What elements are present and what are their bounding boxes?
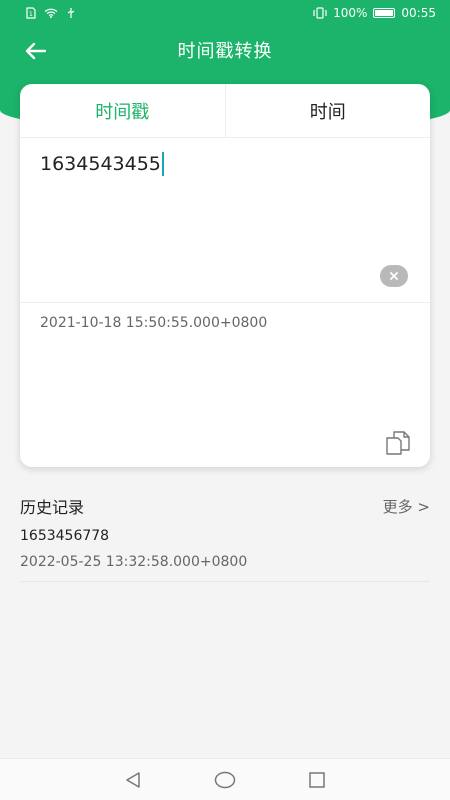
timestamp-input[interactable]: 1634543455: [40, 152, 164, 176]
status-bar: 1 100% 00:55: [0, 0, 450, 26]
timestamp-input-area[interactable]: 1634543455: [20, 138, 430, 303]
arrow-left-icon: [25, 42, 46, 60]
more-link[interactable]: 更多 >: [383, 496, 430, 517]
system-nav-bar: [0, 758, 450, 800]
history-item[interactable]: 1653456778 2022-05-25 13:32:58.000+0800: [20, 520, 430, 582]
status-icons-right: 100% 00:55: [313, 6, 436, 20]
mode-tabs: 时间戳 时间: [20, 84, 430, 138]
nav-home-button[interactable]: [214, 769, 236, 791]
history-datetime: 2022-05-25 13:32:58.000+0800: [20, 554, 248, 570]
status-time: 00:55: [401, 6, 436, 20]
back-button[interactable]: [20, 36, 50, 66]
sim-icon: 1: [26, 7, 36, 19]
svg-text:1: 1: [29, 11, 33, 18]
close-icon: [390, 272, 398, 280]
square-recents-icon: [309, 771, 325, 788]
copy-button[interactable]: [384, 429, 412, 457]
usb-icon: [67, 8, 75, 18]
nav-recents-button[interactable]: [306, 769, 328, 791]
nav-back-button[interactable]: [122, 769, 144, 791]
converted-result: 2021-10-18 15:50:55.000+0800: [40, 315, 268, 331]
clear-button[interactable]: [380, 265, 408, 287]
triangle-back-icon: [126, 771, 140, 788]
status-icons-left: 1: [26, 7, 76, 19]
text-caret: [161, 152, 164, 176]
result-area: 2021-10-18 15:50:55.000+0800: [20, 303, 430, 466]
timestamp-input-value: 1634543455: [40, 153, 161, 175]
history-timestamp: 1653456778: [20, 528, 110, 544]
tab-timestamp[interactable]: 时间戳: [20, 84, 225, 137]
history-title: 历史记录: [20, 498, 85, 517]
page-title: 时间戳转换: [177, 41, 273, 62]
history-section: 历史记录 更多 > 1653456778 2022-05-25 13:32:58…: [20, 492, 430, 582]
battery-icon: [373, 8, 396, 18]
app-bar: 时间戳转换: [0, 26, 450, 74]
copy-icon: [386, 431, 410, 455]
circle-home-icon: [214, 771, 236, 788]
tab-time[interactable]: 时间: [224, 84, 431, 137]
history-header: 历史记录 更多 >: [20, 492, 430, 520]
vibrate-icon: [313, 7, 327, 19]
battery-percent: 100%: [333, 6, 368, 20]
wifi-icon: [44, 8, 58, 18]
converter-card: 时间戳 时间 1634543455 2021-10-18 15:50:55.00…: [20, 84, 430, 467]
